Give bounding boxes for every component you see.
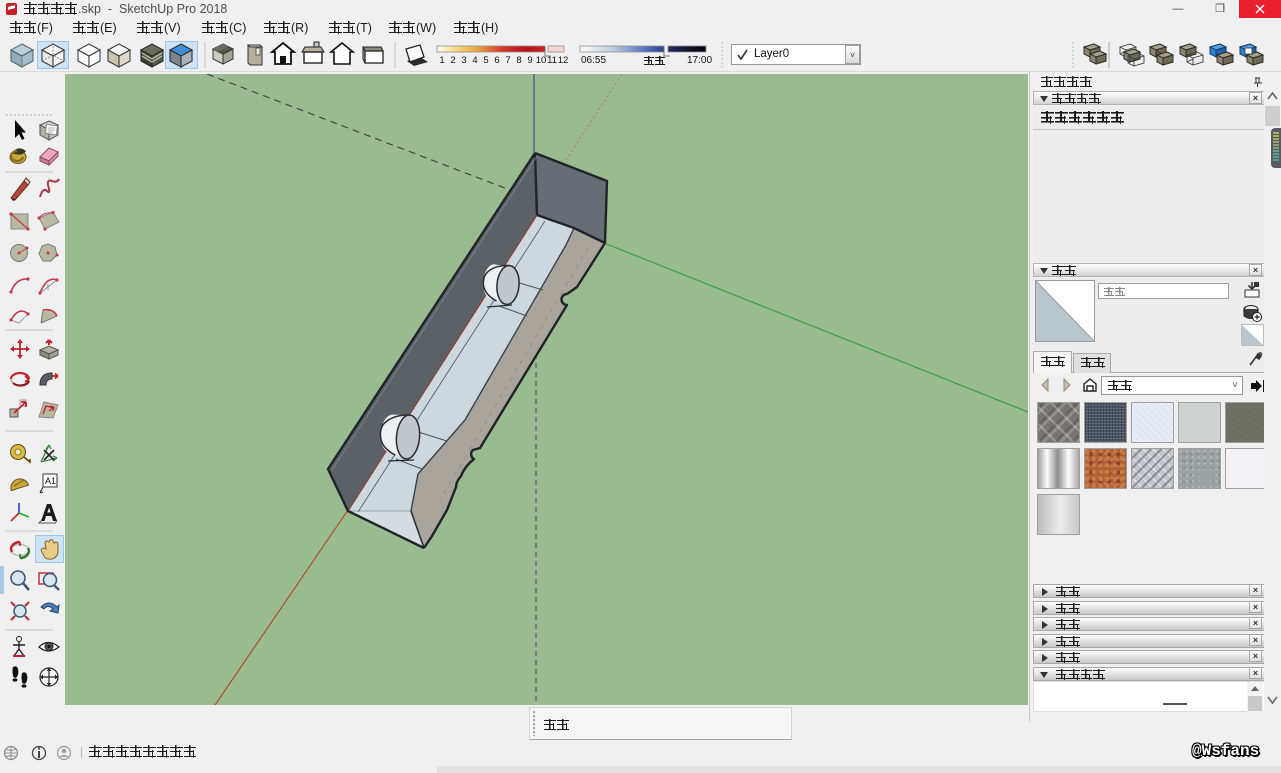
svg-text:7: 7 <box>505 55 510 66</box>
svg-text:3: 3 <box>461 55 466 66</box>
svg-text:12: 12 <box>558 55 569 66</box>
svg-text:4: 4 <box>472 55 477 66</box>
svg-text:10: 10 <box>536 55 547 66</box>
svg-text:2: 2 <box>450 55 455 66</box>
svg-text:A1: A1 <box>45 476 56 486</box>
svg-text:06:55: 06:55 <box>581 55 606 66</box>
svg-text:5: 5 <box>483 55 488 66</box>
svg-text:9: 9 <box>527 55 532 66</box>
svg-text:11: 11 <box>547 55 557 66</box>
svg-text:6: 6 <box>494 55 499 66</box>
svg-text:1: 1 <box>439 55 444 66</box>
svg-text:17:00: 17:00 <box>687 55 712 66</box>
svg-text:8: 8 <box>516 55 521 66</box>
